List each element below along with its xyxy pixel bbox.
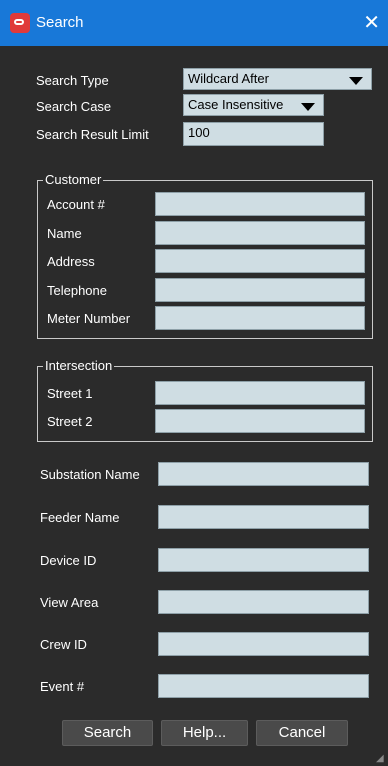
address-input[interactable] xyxy=(155,249,365,273)
app-logo-icon xyxy=(10,13,30,33)
telephone-input[interactable] xyxy=(155,278,365,302)
search-case-value: Case Insensitive xyxy=(188,97,284,112)
search-case-select[interactable]: Case Insensitive xyxy=(183,94,324,116)
customer-legend: Customer xyxy=(43,172,104,188)
search-dialog: Search ✕ Search Type Wildcard After Sear… xyxy=(0,0,388,766)
dropdown-arrow-icon xyxy=(301,103,315,111)
intersection-legend: Intersection xyxy=(43,358,115,374)
street-1-label: Street 1 xyxy=(47,386,93,401)
substation-name-label: Substation Name xyxy=(40,467,140,482)
window-title: Search xyxy=(36,14,84,31)
name-label: Name xyxy=(47,226,82,241)
search-type-select[interactable]: Wildcard After xyxy=(183,68,372,90)
help-button[interactable]: Help... xyxy=(161,720,248,746)
dropdown-arrow-icon xyxy=(349,77,363,85)
meter-number-label: Meter Number xyxy=(47,311,131,326)
search-button[interactable]: Search xyxy=(62,720,153,746)
search-type-label: Search Type xyxy=(36,73,109,88)
substation-name-input[interactable] xyxy=(158,462,369,486)
meter-number-input[interactable] xyxy=(155,306,365,330)
event-number-input[interactable] xyxy=(158,674,369,698)
title-bar[interactable]: Search ✕ xyxy=(0,0,388,46)
search-case-label: Search Case xyxy=(36,99,112,114)
feeder-name-label: Feeder Name xyxy=(40,510,120,525)
search-type-value: Wildcard After xyxy=(188,71,269,86)
resize-grip-icon[interactable]: ◢ xyxy=(376,754,386,764)
cancel-button[interactable]: Cancel xyxy=(256,720,348,746)
street-2-label: Street 2 xyxy=(47,414,93,429)
feeder-name-input[interactable] xyxy=(158,505,369,529)
device-id-input[interactable] xyxy=(158,548,369,572)
street-2-input[interactable] xyxy=(155,409,365,433)
crew-id-input[interactable] xyxy=(158,632,369,656)
close-icon[interactable]: ✕ xyxy=(363,11,380,35)
account-input[interactable] xyxy=(155,192,365,216)
name-input[interactable] xyxy=(155,221,365,245)
view-area-input[interactable] xyxy=(158,590,369,614)
device-id-label: Device ID xyxy=(40,553,97,568)
view-area-label: View Area xyxy=(40,595,99,610)
event-number-label: Event # xyxy=(40,679,85,694)
search-limit-input[interactable]: 100 xyxy=(183,122,324,146)
telephone-label: Telephone xyxy=(47,283,107,298)
crew-id-label: Crew ID xyxy=(40,637,87,652)
search-limit-label: Search Result Limit xyxy=(36,127,149,142)
account-label: Account # xyxy=(47,197,105,212)
address-label: Address xyxy=(47,254,95,269)
street-1-input[interactable] xyxy=(155,381,365,405)
